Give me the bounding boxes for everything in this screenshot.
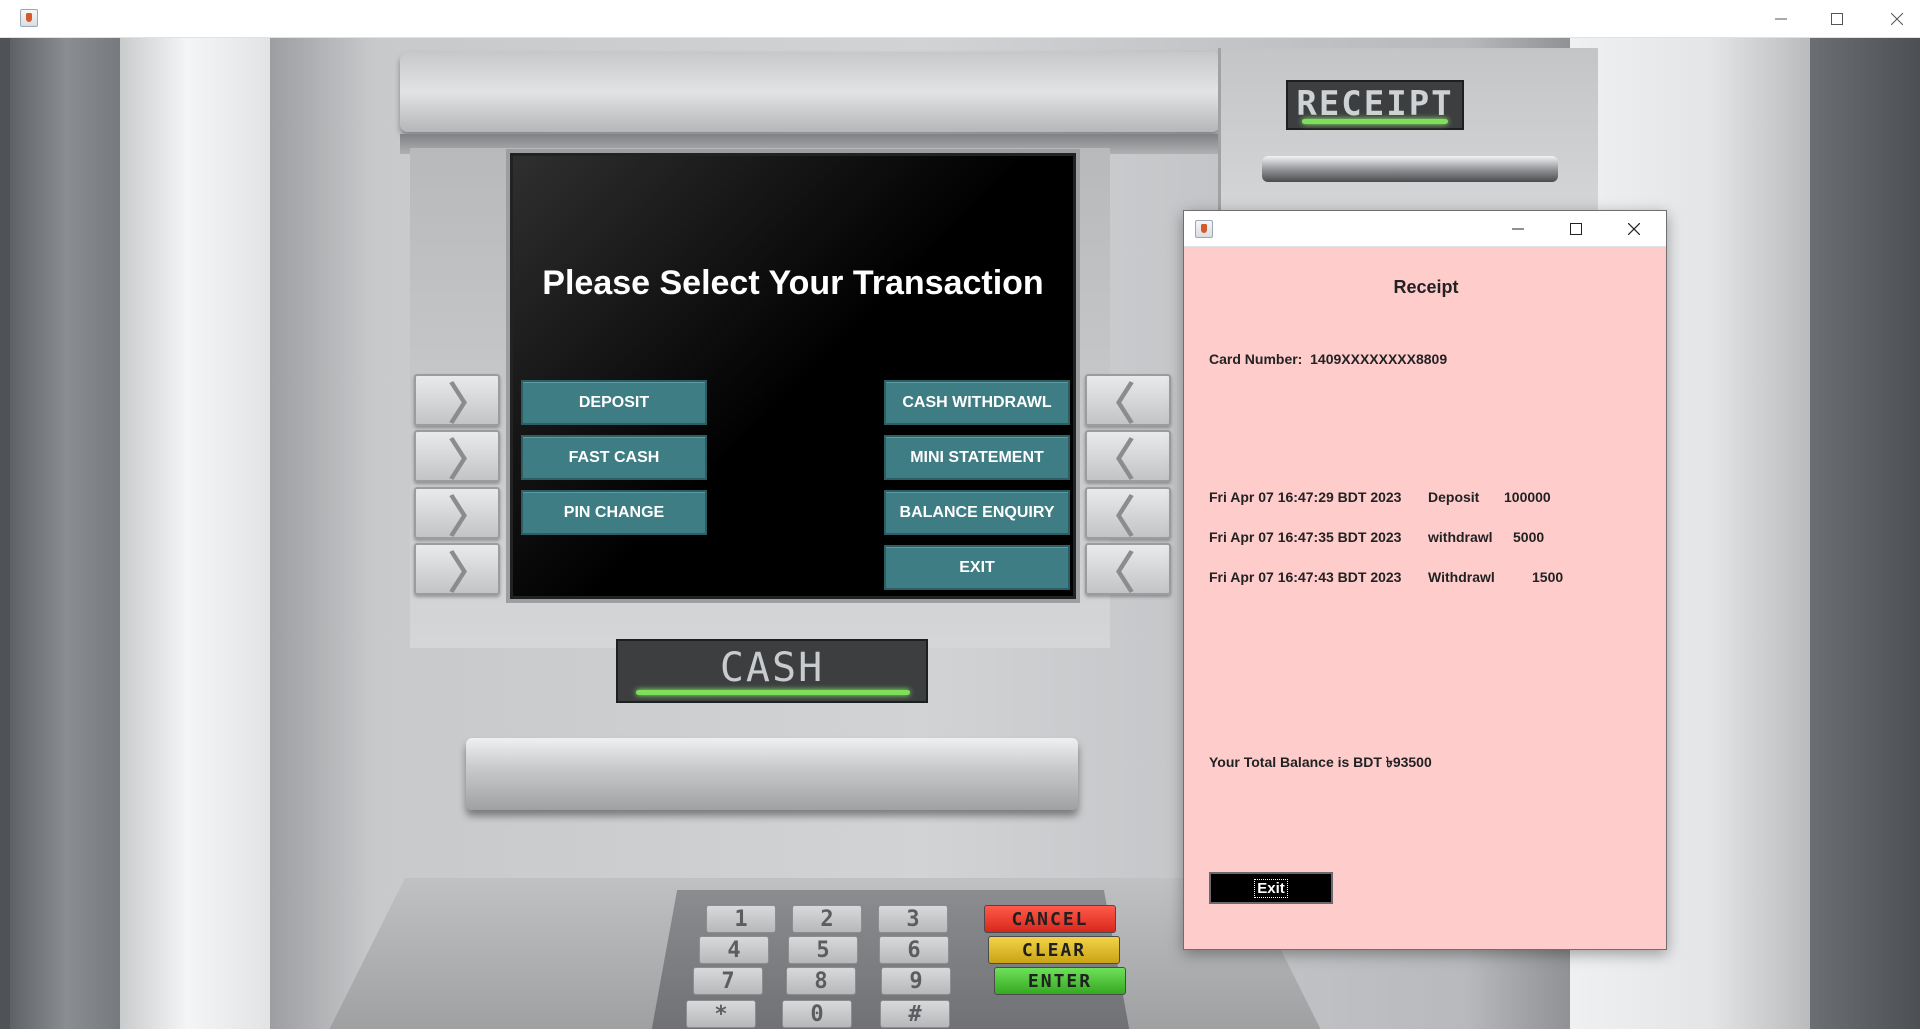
keypad-key-4[interactable]: 4 [699, 936, 769, 964]
transaction-amount: 100000 [1504, 489, 1551, 505]
keypad-key-5[interactable]: 5 [788, 936, 858, 964]
side-key-left-1[interactable]: 〉 [414, 374, 500, 430]
close-icon [1891, 13, 1903, 25]
pin-change-button[interactable]: PIN CHANGE [521, 490, 707, 535]
side-key-right-4[interactable]: 〈 [1085, 543, 1171, 599]
transaction-amount: 1500 [1532, 569, 1564, 585]
receipt-heading: Receipt [1393, 277, 1459, 297]
chevron-right-icon: 〉 [448, 548, 492, 599]
transaction-type: withdrawl [1428, 529, 1493, 545]
close-button[interactable] [1874, 0, 1920, 38]
chevron-left-icon: 〈 [1091, 379, 1135, 430]
cash-indicator-light [636, 690, 910, 695]
chevron-right-icon: 〉 [448, 379, 492, 430]
balance-enquiry-button[interactable]: BALANCE ENQUIRY [884, 490, 1070, 535]
pillar-left [120, 38, 270, 1029]
keypad-key-7[interactable]: 7 [693, 967, 763, 995]
receipt-maximize-button[interactable] [1547, 211, 1605, 247]
minimize-icon [1775, 18, 1787, 20]
transaction-type: Withdrawl [1428, 569, 1495, 585]
receipt-close-button[interactable] [1605, 211, 1663, 247]
exit-button[interactable]: EXIT [884, 545, 1070, 590]
keypad-key-0[interactable]: 0 [782, 1000, 852, 1028]
side-key-left-3[interactable]: 〉 [414, 487, 500, 543]
side-key-right-2[interactable]: 〈 [1085, 430, 1171, 486]
atm-top-panel [400, 52, 1220, 132]
receipt-slot [1262, 156, 1558, 182]
main-window-titlebar [0, 0, 1920, 38]
cancel-key[interactable]: CANCEL [984, 905, 1116, 933]
wall-right [1800, 38, 1920, 1029]
total-balance: Your Total Balance is BDT ৳93500 [1209, 754, 1432, 770]
keypad-key-9[interactable]: 9 [881, 967, 951, 995]
fast-cash-button[interactable]: FAST CASH [521, 435, 707, 480]
receipt-exit-button[interactable]: Exit [1209, 872, 1333, 904]
chevron-left-icon: 〈 [1091, 435, 1135, 486]
screen-title: Please Select Your Transaction [542, 264, 1044, 302]
transaction-amount: 5000 [1513, 529, 1545, 545]
cash-withdrawl-button[interactable]: CASH WITHDRAWL [884, 380, 1070, 425]
receipt-window-titlebar [1184, 211, 1666, 247]
receipt-exit-label: Exit [1254, 878, 1288, 898]
mini-statement-button[interactable]: MINI STATEMENT [884, 435, 1070, 480]
maximize-icon [1831, 13, 1843, 25]
keypad-key-8[interactable]: 8 [786, 967, 856, 995]
keypad-key-2[interactable]: 2 [792, 905, 862, 933]
keypad-key-1[interactable]: 1 [706, 905, 776, 933]
java-app-icon [20, 9, 38, 27]
receipt-minimize-button[interactable] [1489, 211, 1547, 247]
transaction-date: Fri Apr 07 16:47:29 BDT 2023 [1209, 489, 1402, 505]
side-key-right-1[interactable]: 〈 [1085, 374, 1171, 430]
keypad-key-3[interactable]: 3 [878, 905, 948, 933]
chevron-right-icon: 〉 [448, 435, 492, 486]
transaction-type: Deposit [1428, 489, 1480, 505]
minimize-button[interactable] [1758, 0, 1804, 38]
cash-slot [466, 738, 1078, 810]
receipt-indicator-light [1302, 119, 1448, 124]
chevron-left-icon: 〈 [1091, 548, 1135, 599]
minimize-icon [1512, 228, 1524, 230]
chevron-right-icon: 〉 [448, 492, 492, 543]
transaction-date: Fri Apr 07 16:47:35 BDT 2023 [1209, 529, 1402, 545]
clear-key[interactable]: CLEAR [988, 936, 1120, 964]
keypad-key-hash[interactable]: # [880, 1000, 950, 1028]
java-app-icon [1195, 220, 1213, 238]
card-number: Card Number: 1409XXXXXXXX8809 [1209, 351, 1448, 367]
transaction-date: Fri Apr 07 16:47:43 BDT 2023 [1209, 569, 1402, 585]
receipt-window: Receipt Card Number: 1409XXXXXXXX8809 Fr… [1183, 210, 1667, 950]
enter-key[interactable]: ENTER [994, 967, 1126, 995]
maximize-icon [1570, 223, 1582, 235]
keypad-key-star[interactable]: * [686, 1000, 756, 1028]
keypad-key-6[interactable]: 6 [879, 936, 949, 964]
side-key-left-2[interactable]: 〉 [414, 430, 500, 486]
maximize-button[interactable] [1814, 0, 1860, 38]
close-icon [1628, 223, 1640, 235]
side-key-left-4[interactable]: 〉 [414, 543, 500, 599]
side-key-right-3[interactable]: 〈 [1085, 487, 1171, 543]
deposit-button[interactable]: DEPOSIT [521, 380, 707, 425]
chevron-left-icon: 〈 [1091, 492, 1135, 543]
